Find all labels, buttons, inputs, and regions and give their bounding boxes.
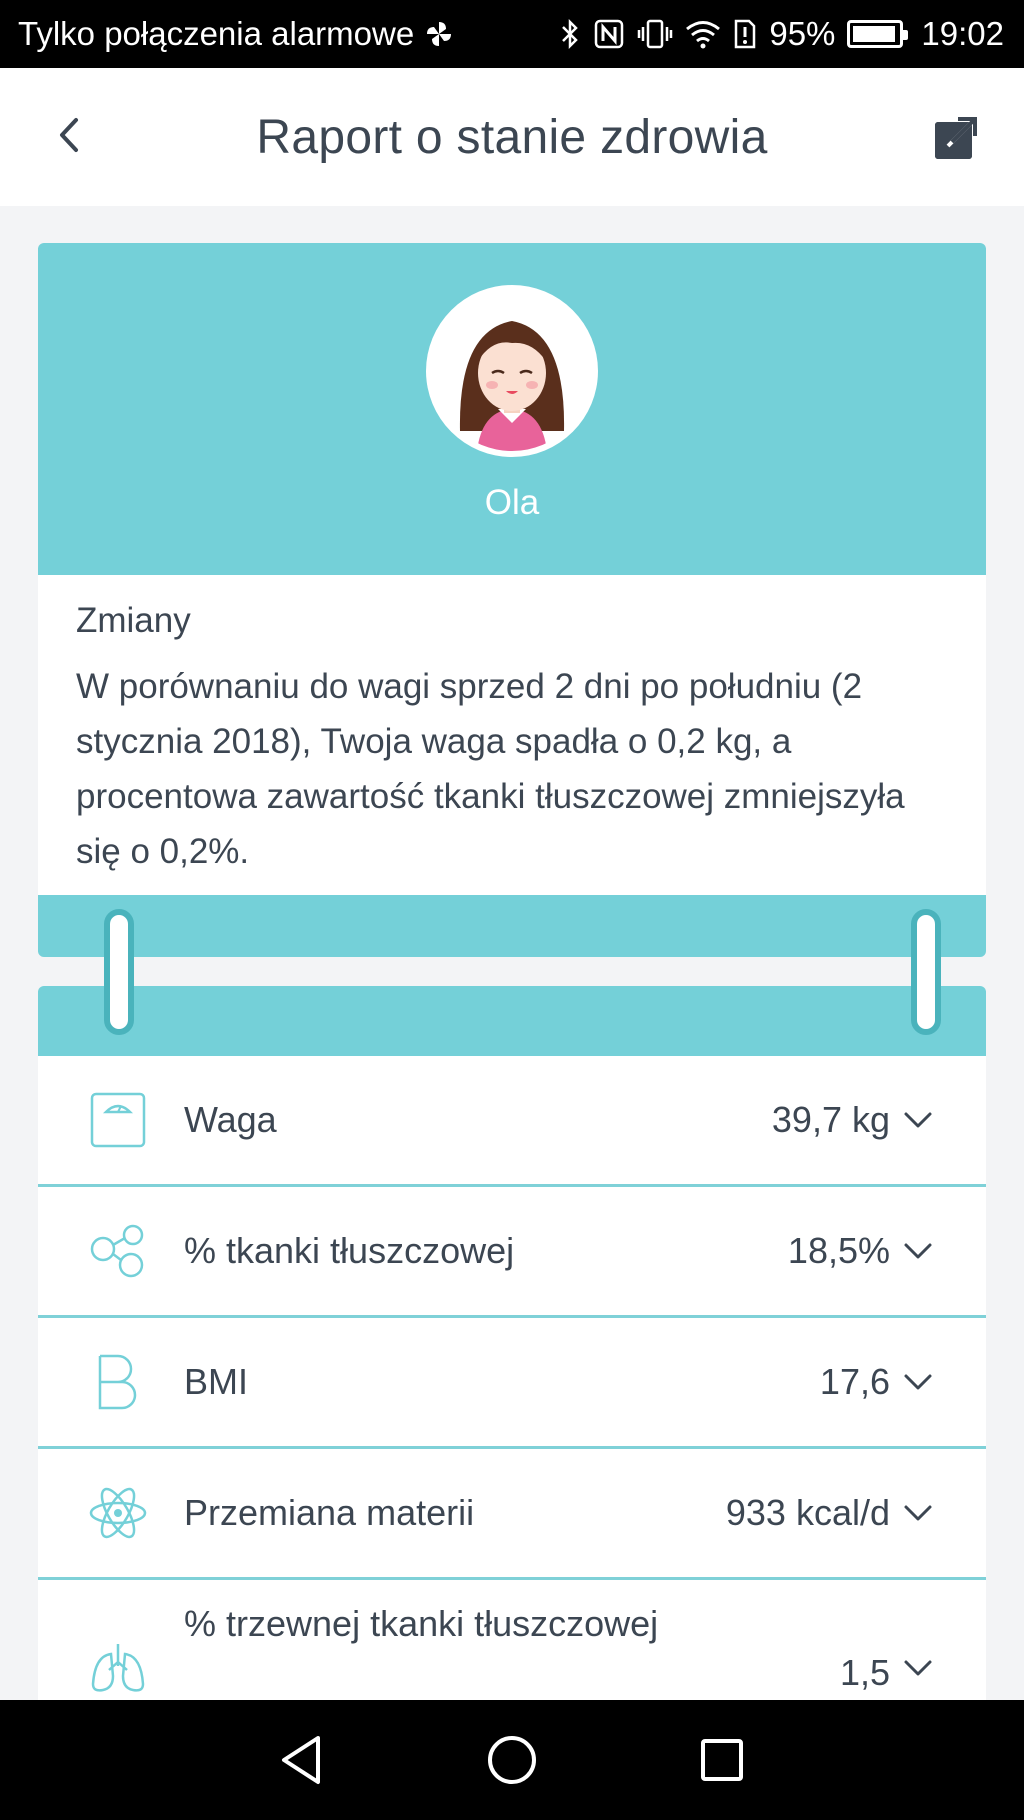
nfc-icon — [593, 18, 625, 50]
user-name: Ola — [484, 483, 540, 522]
binder-clip-right — [911, 909, 941, 1035]
metric-row-bmi[interactable]: BMI 17,6 — [38, 1318, 986, 1449]
square-recents-icon — [701, 1739, 743, 1781]
metric-label: % tkanki tłuszczowej — [184, 1230, 515, 1271]
avatar-illustration — [432, 291, 592, 451]
metrics-card-header — [38, 986, 986, 1056]
card-bottom-strip — [38, 895, 986, 957]
status-right: 95% 19:02 — [559, 15, 1004, 53]
wifi-icon — [685, 19, 721, 49]
metric-label: BMI — [184, 1361, 249, 1402]
bubbles-icon — [88, 1221, 148, 1281]
chevron-down-icon — [902, 1366, 934, 1398]
metric-value: 39,7 kg — [771, 1099, 890, 1140]
bmi-letter-icon — [88, 1352, 148, 1412]
metric-label: Waga — [184, 1099, 277, 1140]
back-button[interactable] — [44, 110, 94, 160]
chevron-left-icon — [60, 118, 78, 152]
chevron-down-icon — [902, 1235, 934, 1267]
nav-home-button[interactable] — [482, 1730, 542, 1790]
battery-percent: 95% — [769, 15, 836, 52]
metrics-list: Waga 39,7 kg % tkanki tłuszczowej 18,5% … — [38, 1056, 986, 1700]
profile-header: Ola — [38, 243, 986, 575]
system-nav-bar — [0, 1700, 1024, 1820]
atom-icon — [88, 1483, 148, 1543]
page-title: Raport o stanie zdrowia — [256, 110, 768, 164]
nav-recents-button[interactable] — [692, 1730, 752, 1790]
carrier-text: Tylko połączenia alarmowe — [18, 15, 415, 52]
circle-home-icon — [488, 1736, 536, 1784]
pinwheel-icon — [424, 19, 454, 49]
changes-text: W porównaniu do wagi sprzed 2 dni po poł… — [76, 667, 905, 871]
share-external-icon — [935, 117, 977, 159]
changes-section: Zmiany W porównaniu do wagi sprzed 2 dni… — [38, 575, 986, 901]
share-button[interactable] — [930, 114, 980, 164]
metric-row-weight[interactable]: Waga 39,7 kg — [38, 1056, 986, 1187]
chevron-down-icon — [902, 1652, 934, 1684]
metric-label: % trzewnej tkanki tłuszczowej — [184, 1603, 659, 1644]
lungs-icon — [88, 1638, 148, 1698]
avatar[interactable] — [426, 285, 598, 457]
clock: 19:02 — [921, 15, 1004, 52]
girl-avatar-icon — [432, 291, 592, 451]
nav-back-button[interactable] — [272, 1730, 332, 1790]
metric-value: 933 kcal/d — [725, 1492, 890, 1533]
metric-row-metabolism[interactable]: Przemiana materii 933 kcal/d — [38, 1449, 986, 1580]
metric-value: 18,5% — [787, 1230, 890, 1271]
metric-value: 17,6 — [819, 1361, 890, 1402]
chevron-down-icon — [902, 1497, 934, 1529]
app-bar: Raport o stanie zdrowia — [0, 68, 1024, 206]
profile-card: Ola Zmiany W porównaniu do wagi sprzed 2… — [38, 243, 986, 901]
scale-icon — [88, 1090, 148, 1150]
vibrate-icon — [637, 18, 673, 50]
binder-clip-left — [104, 909, 134, 1035]
metric-row-visceral-fat[interactable]: % trzewnej tkanki tłuszczowej 1,5 — [38, 1580, 986, 1700]
metric-label: Przemiana materii — [184, 1492, 475, 1533]
sim-alert-icon — [733, 18, 757, 50]
changes-title: Zmiany — [76, 601, 191, 640]
chevron-down-icon — [902, 1104, 934, 1136]
status-bar: Tylko połączenia alarmowe 95% 19:02 — [0, 0, 1024, 68]
metric-value: 1,5 — [839, 1652, 890, 1693]
bluetooth-icon — [559, 18, 581, 50]
battery-icon — [847, 20, 909, 48]
content-area: Ola Zmiany W porównaniu do wagi sprzed 2… — [0, 206, 1024, 1700]
triangle-back-icon — [282, 1736, 320, 1784]
status-left: Tylko połączenia alarmowe — [18, 15, 454, 53]
metric-row-body-fat[interactable]: % tkanki tłuszczowej 18,5% — [38, 1187, 986, 1318]
